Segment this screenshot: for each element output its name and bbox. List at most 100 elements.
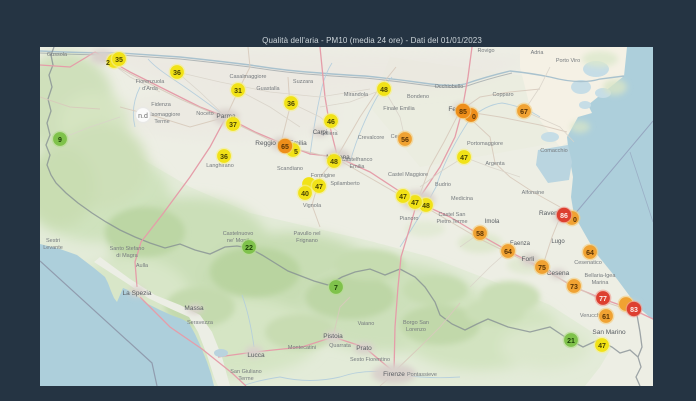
svg-text:n.d: n.d [138,113,148,120]
svg-text:47: 47 [460,155,468,162]
svg-text:Levante: Levante [43,245,63,251]
svg-text:Castel San: Castel San [439,212,466,218]
svg-text:9: 9 [58,137,62,144]
svg-text:36: 36 [287,101,295,108]
svg-text:48: 48 [380,87,388,94]
svg-text:64: 64 [586,250,594,257]
svg-text:d'Arda: d'Arda [142,86,159,92]
svg-text:21: 21 [567,338,575,345]
svg-text:47: 47 [598,343,606,350]
svg-text:Copparo: Copparo [492,92,513,98]
svg-text:75: 75 [538,265,546,272]
svg-text:Budrio: Budrio [435,182,451,188]
svg-text:5: 5 [294,149,298,156]
svg-text:36: 36 [173,70,181,77]
svg-text:Portomaggiore: Portomaggiore [467,141,503,147]
svg-text:0: 0 [472,114,476,121]
svg-text:Lucca: Lucca [247,352,265,359]
svg-text:Borgo San: Borgo San [403,320,429,326]
svg-text:Firenze: Firenze [383,371,405,378]
svg-text:Bondeno: Bondeno [407,94,429,100]
svg-text:Prato: Prato [356,345,372,352]
svg-text:Vaiano: Vaiano [358,321,375,327]
svg-text:Terme: Terme [238,376,253,382]
svg-text:64: 64 [504,249,512,256]
svg-text:Alfonsine: Alfonsine [522,190,545,196]
svg-text:65: 65 [281,144,289,151]
svg-text:Adria: Adria [531,50,545,56]
svg-text:47: 47 [411,200,419,207]
svg-text:Gussola: Gussola [47,52,68,58]
svg-text:Bellaria-Igea: Bellaria-Igea [585,273,617,279]
svg-text:67: 67 [520,109,528,116]
svg-text:48: 48 [422,203,430,210]
svg-text:Castelnuovo: Castelnuovo [223,231,254,237]
svg-text:Pianoro: Pianoro [400,216,419,222]
svg-text:58: 58 [476,231,484,238]
svg-text:56: 56 [401,137,409,144]
svg-text:22: 22 [245,245,253,252]
svg-text:Sesto Fiorentino: Sesto Fiorentino [350,357,390,363]
svg-text:0: 0 [573,217,577,224]
svg-text:Montecatini: Montecatini [288,345,316,351]
svg-text:Pavullo nel: Pavullo nel [294,231,321,237]
svg-text:40: 40 [301,191,309,198]
svg-text:Pistoia: Pistoia [323,333,343,340]
svg-text:Suzzara: Suzzara [293,79,314,85]
svg-text:Frignano: Frignano [296,238,318,244]
svg-text:Occhiobello: Occhiobello [435,84,464,90]
svg-text:36: 36 [220,154,228,161]
svg-text:Castel Maggiore: Castel Maggiore [388,172,428,178]
svg-text:Pontassieve: Pontassieve [407,372,437,378]
svg-text:Mirandola: Mirandola [344,92,369,98]
svg-text:Cesenatico: Cesenatico [574,260,602,266]
svg-text:Spilamberto: Spilamberto [330,181,359,187]
svg-text:47: 47 [315,184,323,191]
svg-text:Cesena: Cesena [547,270,570,277]
svg-text:85: 85 [459,109,467,116]
svg-text:47: 47 [399,194,407,201]
svg-text:Scandiano: Scandiano [277,166,303,172]
svg-text:Massa: Massa [184,305,204,312]
svg-text:San Giuliano: San Giuliano [230,369,262,375]
svg-text:di Magra: di Magra [116,253,138,259]
svg-text:Pietro Terme: Pietro Terme [436,219,467,225]
svg-text:Santo Stefano: Santo Stefano [110,246,145,252]
svg-text:Imola: Imola [485,219,500,225]
svg-text:Seravezza: Seravezza [187,320,214,326]
svg-text:San Marino: San Marino [592,329,626,336]
svg-text:Finale Emilia: Finale Emilia [383,106,415,112]
svg-text:48: 48 [330,159,338,166]
svg-text:7: 7 [334,285,338,292]
svg-text:Aulla: Aulla [136,263,149,269]
svg-text:Lorenzo: Lorenzo [406,327,426,333]
svg-text:61: 61 [602,314,610,321]
svg-text:Comacchio: Comacchio [540,148,568,154]
svg-text:Terme: Terme [154,119,169,125]
svg-text:83: 83 [630,307,638,314]
svg-text:Noceto: Noceto [196,111,213,117]
svg-text:Guastalla: Guastalla [256,86,280,92]
svg-text:La Spezia: La Spezia [123,290,152,297]
svg-text:Porto Viro: Porto Viro [556,58,580,64]
svg-text:Forlì: Forlì [522,256,535,263]
svg-text:37: 37 [229,122,237,129]
svg-text:Formigine: Formigine [311,173,335,179]
svg-text:Lugo: Lugo [551,239,565,245]
svg-text:35: 35 [115,57,123,64]
svg-text:Marina: Marina [592,280,610,286]
svg-text:77: 77 [599,296,607,303]
svg-text:Sestri: Sestri [46,238,60,244]
svg-text:Crevalcore: Crevalcore [358,135,385,141]
svg-text:Medicina: Medicina [451,196,474,202]
svg-text:73: 73 [570,284,578,291]
svg-text:Emilia: Emilia [350,164,366,170]
svg-text:46: 46 [327,119,335,126]
svg-text:86: 86 [560,213,568,220]
svg-text:Fidenza: Fidenza [151,102,172,108]
svg-text:Quarrata: Quarrata [329,343,352,349]
svg-text:Rovigo: Rovigo [477,48,494,54]
svg-text:Langhirano: Langhirano [206,163,234,169]
svg-text:Carpi: Carpi [313,130,327,136]
svg-text:31: 31 [234,88,242,95]
